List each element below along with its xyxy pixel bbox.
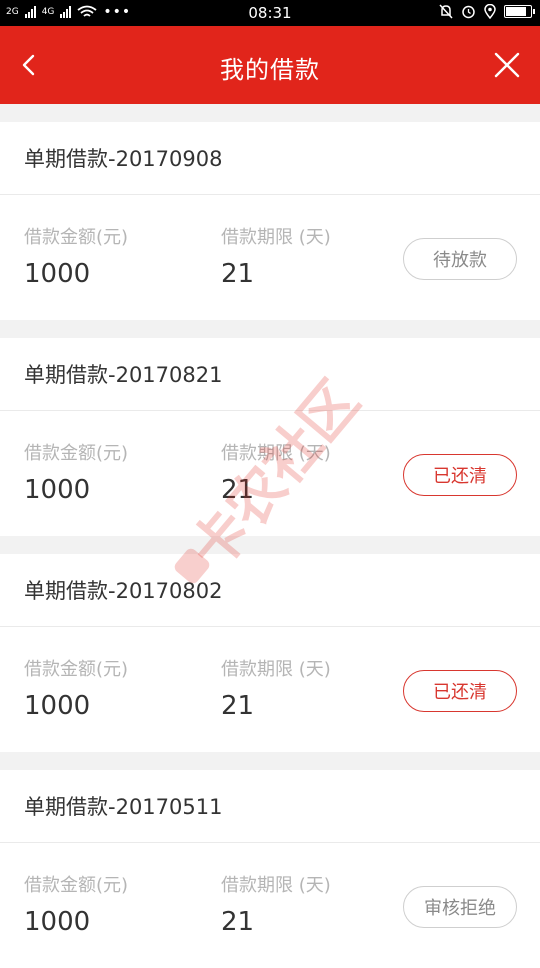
amount-value: 1000 [24,691,91,721]
status-badge[interactable]: 已还清 [403,670,517,712]
term-label: 借款期限 (天) [221,875,331,896]
loan-card[interactable]: 单期借款-20170908 借款金额(元) 1000 借款期限 (天) 21 待… [0,122,540,320]
term-value: 21 [221,907,255,937]
loan-title: 单期借款-20170802 [0,554,540,627]
status-badge[interactable]: 审核拒绝 [403,886,517,928]
mute-bell-icon [439,4,453,19]
amount-label: 借款金额(元) [24,875,129,896]
term-value: 21 [221,259,255,289]
app-bar: 我的借款 [0,26,540,104]
term-value: 21 [221,475,255,505]
status-bar: 2G 4G ••• 08:31 [0,0,540,26]
loan-title: 单期借款-20170511 [0,770,540,843]
term-label: 借款期限 (天) [221,227,331,248]
loan-list: 单期借款-20170908 借款金额(元) 1000 借款期限 (天) 21 待… [0,104,540,968]
amount-value: 1000 [24,475,91,505]
alarm-icon [462,5,475,19]
page-title: 我的借款 [220,56,320,84]
status-right [439,4,535,19]
term-label: 借款期限 (天) [221,659,331,680]
amount-label: 借款金额(元) [24,227,129,248]
term-value: 21 [221,691,255,721]
loan-card[interactable]: 单期借款-20170511 借款金额(元) 1000 借款期限 (天) 21 审… [0,770,540,968]
loan-title: 单期借款-20170908 [0,122,540,195]
amount-label: 借款金额(元) [24,443,129,464]
term-label: 借款期限 (天) [221,443,331,464]
loan-card[interactable]: 单期借款-20170802 借款金额(元) 1000 借款期限 (天) 21 已… [0,554,540,752]
status-badge[interactable]: 待放款 [403,238,517,280]
amount-label: 借款金额(元) [24,659,129,680]
amount-value: 1000 [24,259,91,289]
battery-icon [504,5,535,18]
status-badge[interactable]: 已还清 [403,454,517,496]
loan-card[interactable]: 单期借款-20170821 借款金额(元) 1000 借款期限 (天) 21 已… [0,338,540,536]
close-icon[interactable] [492,50,522,80]
amount-value: 1000 [24,907,91,937]
location-icon [484,4,496,19]
loan-title: 单期借款-20170821 [0,338,540,411]
